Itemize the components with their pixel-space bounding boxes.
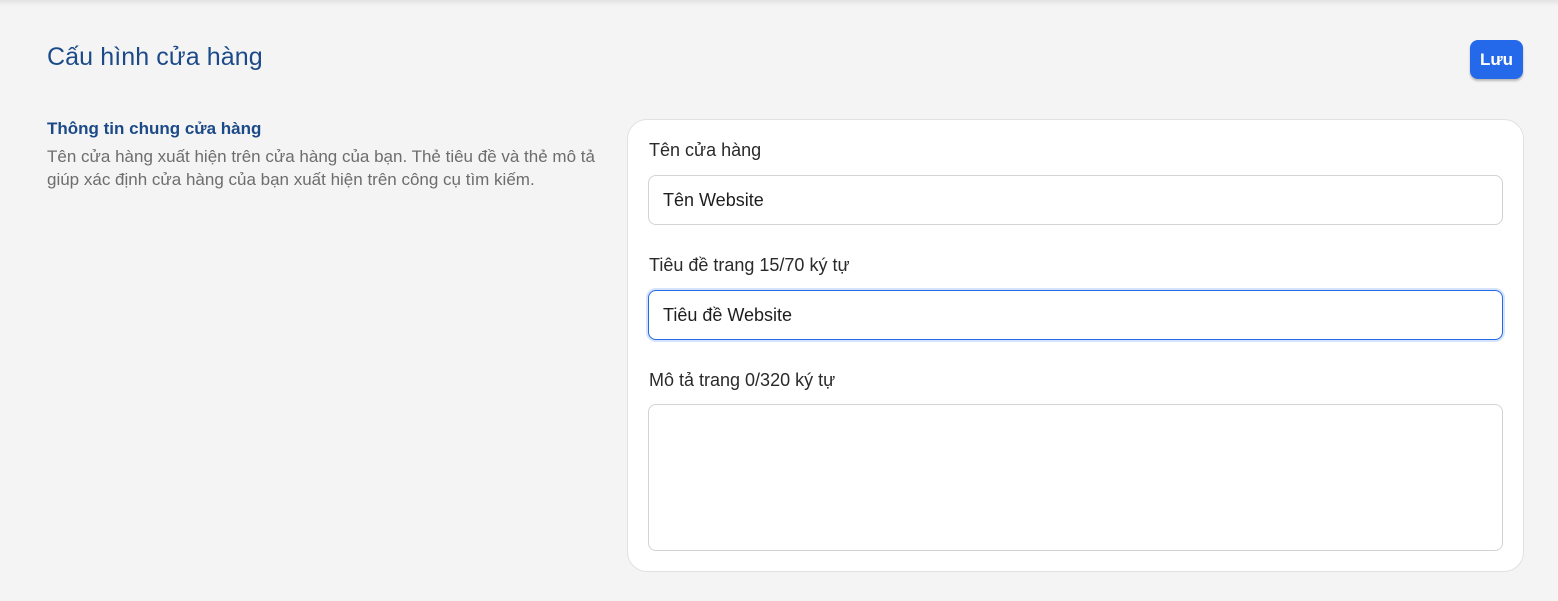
page-description-textarea[interactable] [648, 404, 1503, 551]
section-description: Tên cửa hàng xuất hiện trên cửa hàng của… [47, 147, 595, 189]
store-settings-card: Tên cửa hàng Tiêu đề trang 15/70 ký tự M… [627, 119, 1524, 572]
page-title: Cấu hình cửa hàng [47, 43, 263, 71]
store-name-label: Tên cửa hàng [649, 140, 762, 160]
page-title-label: Tiêu đề trang 15/70 ký tự [649, 255, 850, 275]
store-name-input[interactable] [648, 175, 1503, 225]
section-title: Thông tin chung cửa hàng [47, 119, 262, 138]
save-button[interactable]: Lưu [1470, 40, 1523, 79]
section-info: Thông tin chung cửa hàng Tên cửa hàng xu… [47, 119, 607, 191]
page-description-label: Mô tả trang 0/320 ký tự [649, 370, 836, 390]
page-title-input[interactable] [648, 290, 1503, 340]
topbar-shadow [0, 0, 1558, 6]
